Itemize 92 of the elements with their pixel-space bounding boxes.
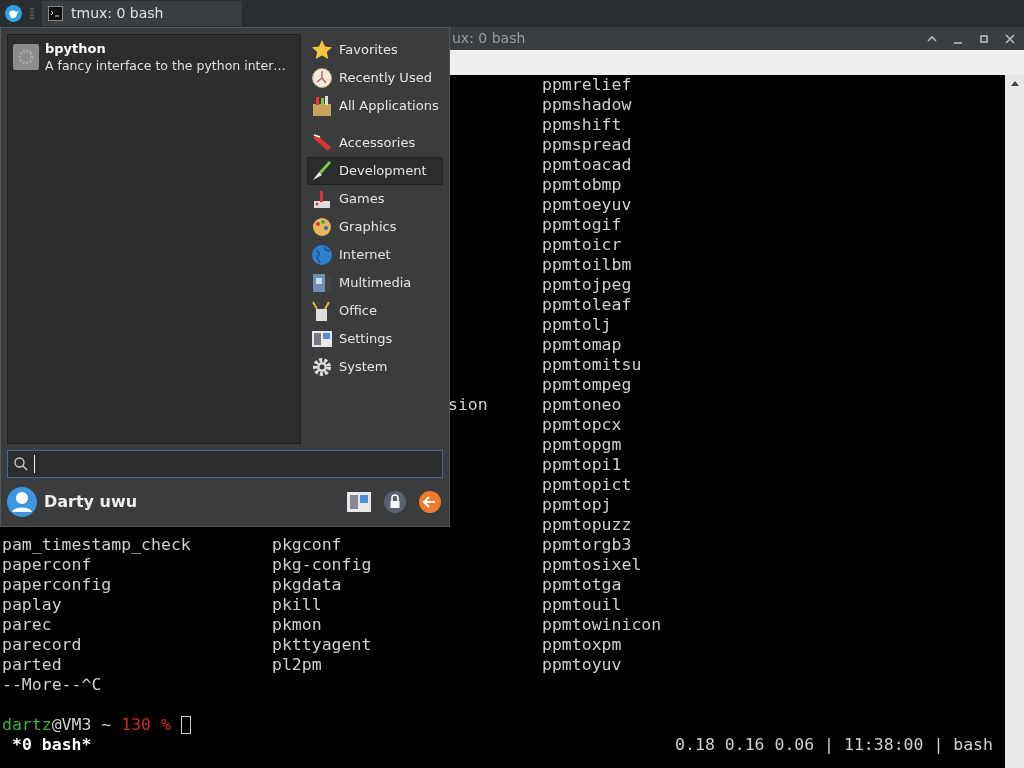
- palette-icon: [311, 216, 333, 238]
- pencil-cup-icon: [311, 300, 333, 322]
- terminal-icon: [48, 6, 63, 21]
- terminal-text: ppmtompeg: [542, 375, 632, 394]
- category-item[interactable]: Graphics: [307, 213, 443, 241]
- cursor: [180, 716, 191, 734]
- terminal-text: parecord: [2, 635, 82, 654]
- grip-icon[interactable]: [30, 6, 34, 21]
- terminal-text: pl2pm: [272, 655, 322, 674]
- terminal-text: ppmtogif: [542, 215, 622, 234]
- pager-text: --More--^C: [2, 675, 102, 694]
- globe-icon: [311, 244, 333, 266]
- clock-icon: [311, 67, 333, 89]
- terminal-text: ppmtoxpm: [542, 635, 622, 654]
- terminal-text: pkg-config: [272, 555, 372, 574]
- terminal-text: ppmtopcx: [542, 415, 622, 434]
- film-icon: [311, 272, 333, 294]
- terminal-text: parted: [2, 655, 62, 674]
- log-out-icon[interactable]: [419, 491, 441, 513]
- maximize-icon[interactable]: [978, 32, 990, 45]
- box-icon: [311, 95, 333, 117]
- category-item[interactable]: Multimedia: [307, 269, 443, 297]
- taskbar-button[interactable]: tmux: 0 bash: [42, 1, 242, 26]
- terminal-text: ppmtoilbm: [542, 255, 632, 274]
- terminal-text: pkttyagent: [272, 635, 372, 654]
- terminal-text: ppmtoyuv: [542, 655, 622, 674]
- terminal-text: ppmtoicr: [542, 235, 622, 254]
- app-name: bpython: [45, 40, 107, 57]
- terminal-text: pkill: [272, 595, 322, 614]
- terminal-text: ppmshift: [542, 115, 622, 134]
- terminal-text: ppmtomap: [542, 335, 622, 354]
- terminal-text: ppmtorgb3: [542, 535, 632, 554]
- category-item[interactable]: Games: [307, 185, 443, 213]
- app-result[interactable]: bpython A fancy interface to the python inter…: [13, 40, 295, 74]
- search-field[interactable]: [7, 450, 443, 478]
- category-item[interactable]: Development: [307, 157, 443, 185]
- terminal-text: paperconfig: [2, 575, 112, 594]
- terminal-text: sion: [448, 395, 488, 414]
- terminal-text: ppmtopgm: [542, 435, 622, 454]
- terminal-text: ppmtowinicon: [542, 615, 662, 634]
- terminal-text: ppmtopi1: [542, 455, 622, 474]
- terminal-text: pkmon: [272, 615, 322, 634]
- terminal-text: ppmtoacad: [542, 155, 632, 174]
- terminal-text: ppmtoeyuv: [542, 195, 632, 214]
- user-name: Darty uwu: [44, 491, 139, 513]
- category-item[interactable]: All Applications: [307, 92, 443, 120]
- settings-icon[interactable]: [347, 492, 371, 512]
- terminal-text: pkgdata: [272, 575, 342, 594]
- terminal-text: ppmspread: [542, 135, 632, 154]
- category-item[interactable]: Internet: [307, 241, 443, 269]
- terminal-text: ppmtopict: [542, 475, 632, 494]
- terminal-text: ppmtobmp: [542, 175, 622, 194]
- category-item[interactable]: Office: [307, 297, 443, 325]
- category-item[interactable]: System: [307, 353, 443, 381]
- app-description: A fancy interface to the python inter…: [45, 57, 286, 74]
- terminal-text: ppmtoleaf: [542, 295, 632, 314]
- terminal-text: ppmtoneo: [542, 395, 622, 414]
- category-item[interactable]: Accessories: [307, 129, 443, 157]
- window-title: ux: 0 bash: [452, 29, 527, 48]
- category-item[interactable]: Favorites: [307, 36, 443, 64]
- prompt-text: dartz@VM3 ~ 130 %: [2, 715, 171, 735]
- avatar-icon: [7, 487, 37, 517]
- terminal-text: paperconf: [2, 555, 92, 574]
- lock-icon[interactable]: [384, 491, 406, 513]
- terminal-text: ppmtopuzz: [542, 515, 632, 534]
- knife-icon: [311, 132, 333, 154]
- terminal-text: paplay: [2, 595, 62, 614]
- terminal-text: ppmtouil: [542, 595, 622, 614]
- search-icon: [14, 457, 28, 471]
- trowel-icon: [311, 160, 333, 182]
- scroll-up-icon[interactable]: [1009, 79, 1020, 87]
- terminal-text: ppmshadow: [542, 95, 632, 114]
- text-cursor: [34, 455, 35, 473]
- terminal-text: pkgconf: [272, 535, 342, 554]
- star-icon: [311, 39, 333, 61]
- tmux-window-label: *0 bash*: [11, 735, 92, 755]
- settings-icon: [311, 328, 333, 350]
- terminal-text: ppmtosixel: [542, 555, 642, 574]
- category-item[interactable]: Recently Used: [307, 64, 443, 92]
- close-icon[interactable]: [1004, 32, 1016, 45]
- terminal-text: ppmrelief: [542, 75, 632, 94]
- terminal-text: ppmtojpeg: [542, 275, 632, 294]
- bird-logo-icon[interactable]: [5, 5, 22, 22]
- tmux-status-text: 0.18 0.16 0.06 | 11:38:00 | bash: [675, 735, 993, 755]
- terminal-text: ppmtopj: [542, 495, 612, 514]
- category-item[interactable]: Settings: [307, 325, 443, 353]
- terminal-text: ppmtolj: [542, 315, 612, 334]
- terminal-text: parec: [2, 615, 52, 634]
- terminal-text: pam_timestamp_check: [2, 535, 191, 554]
- joystick-icon: [311, 188, 333, 210]
- terminal-text: ppmtotga: [542, 575, 622, 594]
- terminal-text: ppmtomitsu: [542, 355, 642, 374]
